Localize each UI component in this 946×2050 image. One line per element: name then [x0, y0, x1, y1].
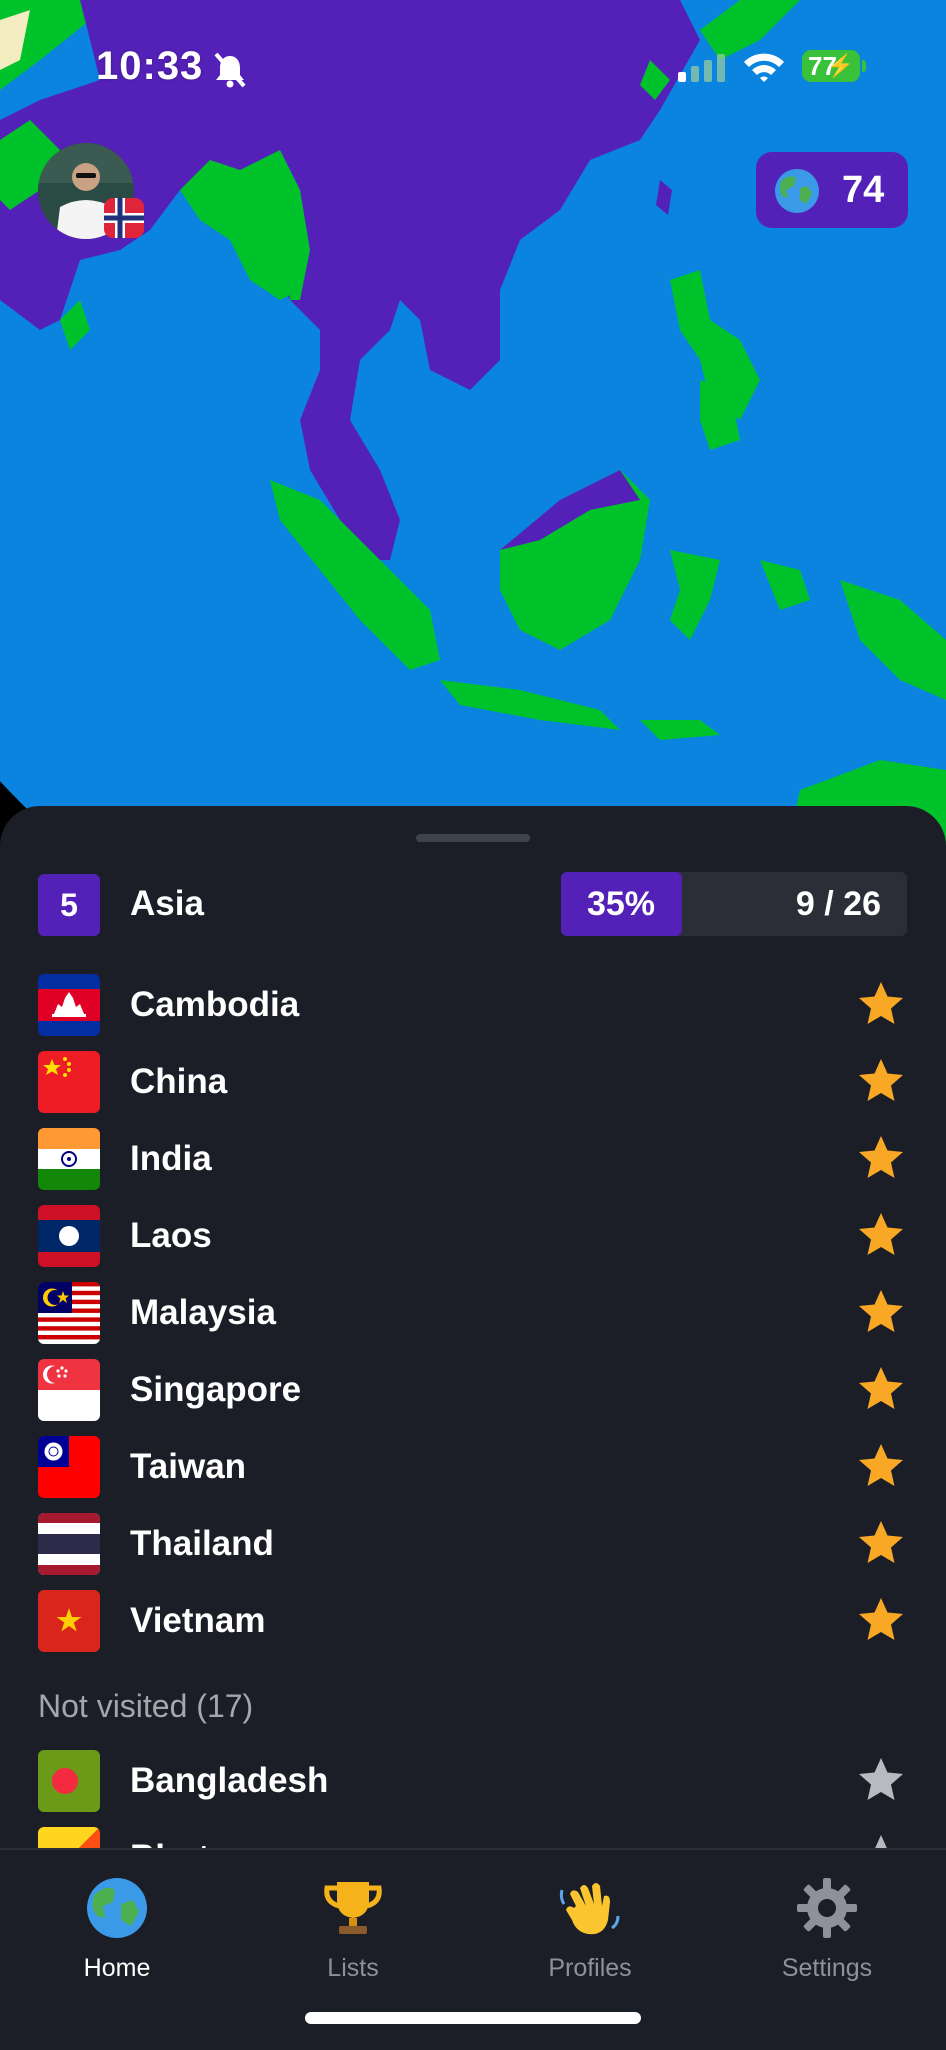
score-value: 74 [842, 169, 885, 211]
waving-hand-icon [559, 1883, 620, 1935]
country-name: Cambodia [130, 985, 300, 1024]
charging-bolt-icon: ⚡ [826, 53, 854, 78]
star-icon[interactable] [856, 1210, 906, 1260]
list-item-thailand[interactable]: Thailand [0, 1513, 946, 1590]
tab-label: Lists [327, 1954, 379, 1982]
singapore-flag-icon [38, 1359, 100, 1421]
star-icon[interactable] [856, 1056, 906, 1106]
progress-percent: 35% [586, 885, 656, 923]
home-indicator[interactable] [305, 2012, 641, 2024]
country-name: China [130, 1062, 228, 1101]
wifi-icon [744, 53, 784, 82]
list-item-bangladesh[interactable]: Bangladesh [0, 1750, 946, 1827]
list-item-cambodia[interactable]: Cambodia [0, 974, 946, 1051]
list-item-india[interactable]: India [0, 1128, 946, 1205]
country-name: India [130, 1139, 212, 1178]
india-flag-icon [38, 1128, 100, 1190]
globe-icon [87, 1878, 147, 1938]
tab-profiles[interactable]: Profiles [500, 1864, 680, 1984]
list-item-vietnam[interactable]: Vietnam [0, 1590, 946, 1667]
bangladesh-flag-icon [38, 1750, 100, 1812]
star-icon[interactable] [856, 1133, 906, 1183]
star-icon[interactable] [856, 1287, 906, 1337]
progress-count: 9 / 26 [795, 885, 881, 923]
star-icon[interactable] [856, 1755, 906, 1805]
country-name: Thailand [130, 1524, 274, 1563]
battery-tip [862, 60, 866, 72]
country-name: Singapore [130, 1370, 302, 1409]
cambodia-flag-icon [38, 974, 100, 1036]
taiwan-flag-icon [38, 1436, 100, 1498]
globe-icon [775, 169, 819, 213]
country-name: Malaysia [130, 1293, 276, 1332]
laos-flag-icon [38, 1205, 100, 1267]
malaysia-flag-icon [38, 1282, 100, 1344]
continent-number-badge: 5 [38, 874, 100, 936]
sheet-drag-handle[interactable] [416, 834, 530, 842]
trophy-icon [324, 1882, 382, 1934]
star-icon[interactable] [856, 979, 906, 1029]
list-item-taiwan[interactable]: Taiwan [0, 1436, 946, 1513]
tab-home[interactable]: Home [27, 1864, 207, 1984]
cellular-signal-icon [678, 54, 725, 82]
star-icon[interactable] [856, 1441, 906, 1491]
tab-label: Home [83, 1954, 151, 1982]
list-item-laos[interactable]: Laos [0, 1205, 946, 1282]
world-map[interactable] [0, 0, 946, 880]
continent-name[interactable]: Asia [130, 884, 204, 924]
list-item-singapore[interactable]: Singapore [0, 1359, 946, 1436]
tab-label: Settings [781, 1954, 873, 1982]
continent-progress-bar: 35% 9 / 26 [561, 872, 907, 936]
country-name: Bangladesh [130, 1761, 329, 1800]
status-bar: 10:33 77 ⚡ [0, 44, 946, 94]
country-name: Laos [130, 1216, 212, 1255]
tab-lists[interactable]: Lists [263, 1864, 443, 1984]
battery-indicator: 77 ⚡ [802, 50, 860, 82]
country-name: Taiwan [130, 1447, 247, 1486]
score-badge[interactable]: 74 [756, 152, 908, 228]
star-icon[interactable] [856, 1518, 906, 1568]
country-name: Vietnam [130, 1601, 266, 1640]
china-flag-icon [38, 1051, 100, 1113]
silent-bell-icon [214, 52, 246, 88]
vietnam-flag-icon [38, 1590, 100, 1652]
status-time: 10:33 [96, 44, 204, 88]
tab-label: Profiles [548, 1954, 632, 1982]
list-item-china[interactable]: China [0, 1051, 946, 1128]
norway-flag-icon [104, 198, 144, 238]
gear-icon [797, 1878, 857, 1938]
list-item-malaysia[interactable]: Malaysia [0, 1282, 946, 1359]
star-icon[interactable] [856, 1595, 906, 1645]
star-icon[interactable] [856, 1364, 906, 1414]
thailand-flag-icon [38, 1513, 100, 1575]
not-visited-header: Not visited (17) [38, 1688, 254, 1724]
tab-settings[interactable]: Settings [737, 1864, 917, 1984]
